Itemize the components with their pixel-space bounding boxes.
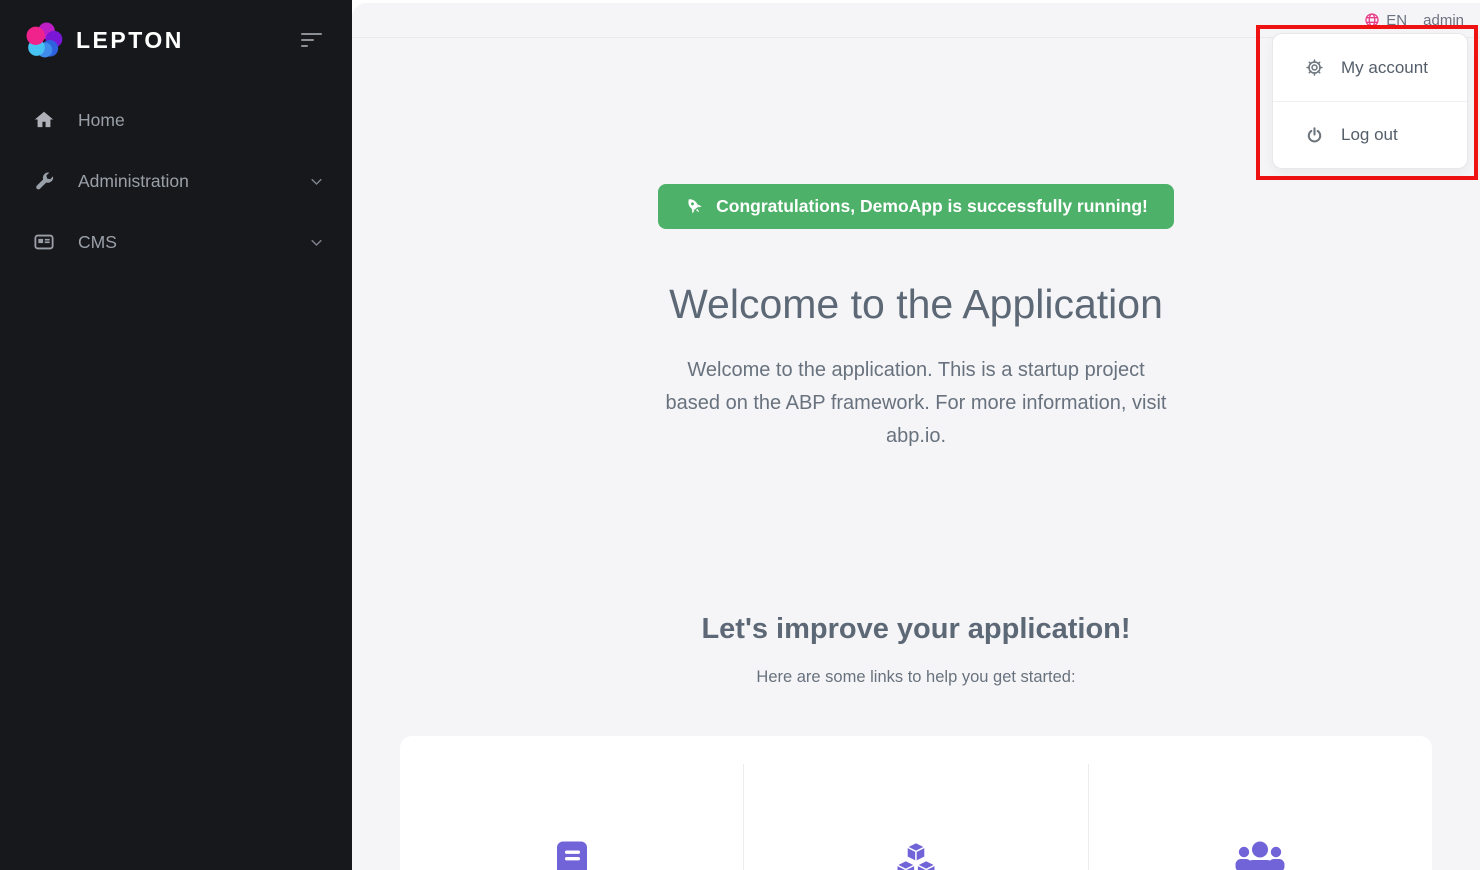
wrench-icon bbox=[32, 170, 56, 192]
brand-header: LEPTON bbox=[0, 0, 352, 60]
getting-started-card bbox=[400, 736, 1432, 870]
sidebar-item-administration[interactable]: Administration bbox=[0, 157, 352, 205]
menu-item-log-out[interactable]: Log out bbox=[1273, 101, 1467, 168]
sidebar-item-label: Home bbox=[78, 110, 125, 131]
language-selector[interactable]: EN bbox=[1364, 12, 1407, 29]
welcome-text: Welcome to the application. This is a st… bbox=[661, 354, 1171, 453]
rocket-icon bbox=[684, 196, 705, 217]
sidebar-item-cms[interactable]: CMS bbox=[0, 218, 352, 266]
newspaper-icon bbox=[32, 231, 56, 253]
book-icon bbox=[554, 840, 590, 870]
menu-item-label: My account bbox=[1341, 58, 1428, 78]
power-icon bbox=[1305, 126, 1324, 145]
link-card-docs[interactable] bbox=[400, 764, 743, 870]
menu-item-my-account[interactable]: My account bbox=[1273, 34, 1467, 101]
sidebar: LEPTON Home Administration bbox=[0, 0, 352, 870]
gear-icon bbox=[1305, 58, 1324, 77]
sidebar-item-label: CMS bbox=[78, 232, 117, 253]
app-name: DemoApp bbox=[860, 196, 943, 216]
chevron-down-icon bbox=[309, 174, 324, 189]
success-banner: Congratulations, DemoApp is successfully… bbox=[658, 184, 1174, 229]
user-menu-trigger[interactable]: admin bbox=[1423, 12, 1464, 29]
language-label: EN bbox=[1386, 12, 1407, 29]
banner-text: Congratulations, DemoApp is successfully… bbox=[716, 196, 1148, 217]
cubes-icon bbox=[892, 840, 940, 870]
sidebar-nav: Home Administration bbox=[0, 96, 352, 266]
home-icon bbox=[32, 109, 56, 131]
user-dropdown-menu: My account Log out bbox=[1272, 33, 1468, 169]
sidebar-collapse-icon[interactable] bbox=[297, 25, 326, 55]
menu-item-label: Log out bbox=[1341, 125, 1398, 145]
globe-icon bbox=[1364, 12, 1380, 28]
lepton-logo-icon bbox=[24, 20, 64, 60]
link-card-modules[interactable] bbox=[743, 764, 1087, 870]
users-icon bbox=[1233, 840, 1287, 870]
sidebar-item-home[interactable]: Home bbox=[0, 96, 352, 144]
improve-title: Let's improve your application! bbox=[352, 613, 1480, 646]
sidebar-item-label: Administration bbox=[78, 171, 189, 192]
chevron-down-icon bbox=[309, 235, 324, 250]
improve-subtitle: Here are some links to help you get star… bbox=[352, 668, 1480, 687]
page-title: Welcome to the Application bbox=[352, 281, 1480, 328]
link-card-community[interactable] bbox=[1088, 764, 1432, 870]
brand-name: LEPTON bbox=[76, 27, 184, 54]
